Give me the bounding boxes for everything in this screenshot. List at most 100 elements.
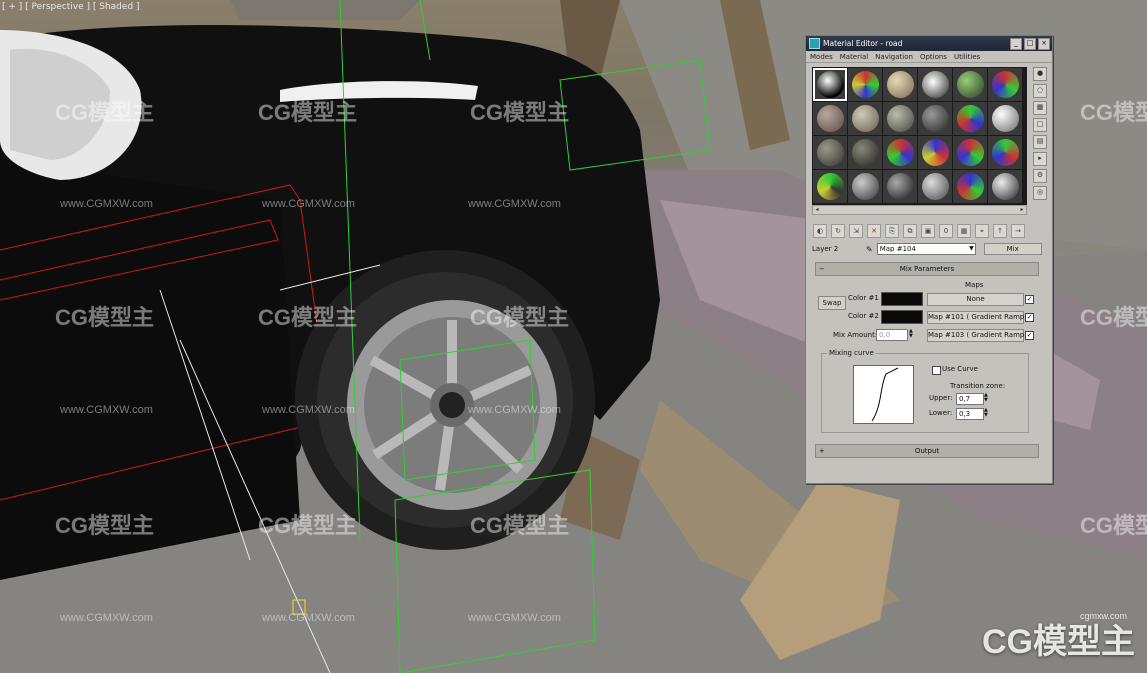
go-to-parent-icon[interactable]: ↑ bbox=[993, 224, 1007, 238]
watermark-url: www.CGMXW.com bbox=[262, 198, 355, 210]
map2-checkbox[interactable]: ✓ bbox=[1025, 313, 1034, 322]
editor-toolbar: ◐ ↻ ⇲ ✕ ⎘ ⧉ ▣ 0 ▦ ⌖ ↑ → bbox=[813, 224, 1045, 238]
get-material-icon[interactable]: ◐ bbox=[813, 224, 827, 238]
sample-type-icon[interactable]: ● bbox=[1033, 67, 1047, 81]
eyedropper-icon[interactable]: ✎ bbox=[866, 245, 873, 254]
make-unique-icon[interactable]: ⧉ bbox=[903, 224, 917, 238]
background-icon[interactable]: ▦ bbox=[1033, 101, 1047, 115]
reset-map-icon[interactable]: ✕ bbox=[867, 224, 881, 238]
spinner-arrows-icon[interactable]: ▲ ▼ bbox=[984, 408, 988, 418]
sample-slot[interactable] bbox=[883, 170, 917, 203]
sample-slot[interactable] bbox=[848, 136, 882, 169]
sample-slot[interactable] bbox=[813, 102, 847, 135]
swap-button[interactable]: Swap bbox=[818, 296, 846, 310]
sample-slot[interactable] bbox=[813, 68, 847, 101]
watermark: CG模型主 bbox=[258, 305, 358, 330]
sample-slot[interactable] bbox=[918, 136, 952, 169]
scroll-right-icon[interactable]: ▸ bbox=[1018, 206, 1026, 214]
upper-label: Upper: bbox=[929, 394, 953, 402]
rollout-title: Mix Parameters bbox=[899, 265, 955, 273]
window-title: Material Editor - road bbox=[823, 39, 903, 48]
menu-navigation[interactable]: Navigation bbox=[875, 53, 913, 61]
make-preview-icon[interactable]: ▸ bbox=[1033, 152, 1047, 166]
sample-slot[interactable] bbox=[848, 102, 882, 135]
output-rollout[interactable]: + Output bbox=[815, 444, 1039, 458]
make-copy-icon[interactable]: ⎘ bbox=[885, 224, 899, 238]
sample-slot[interactable] bbox=[813, 136, 847, 169]
backlight-icon[interactable]: ○ bbox=[1033, 84, 1047, 98]
sample-slot[interactable] bbox=[883, 68, 917, 101]
watermark: CG模型主 bbox=[470, 100, 570, 125]
corner-watermark-logo: CG模型主 bbox=[982, 623, 1135, 661]
watermark-url: www.CGMXW.com bbox=[60, 198, 153, 210]
mixing-curve-graph bbox=[853, 365, 914, 424]
material-editor-window: Material Editor - road _ □ × Modes Mater… bbox=[805, 35, 1053, 484]
menu-modes[interactable]: Modes bbox=[810, 53, 833, 61]
scroll-left-icon[interactable]: ◂ bbox=[813, 206, 821, 214]
options-icon[interactable]: ⚙ bbox=[1033, 169, 1047, 183]
watermark-url: www.CGMXW.com bbox=[60, 612, 153, 624]
sample-slot[interactable] bbox=[953, 136, 987, 169]
menu-material[interactable]: Material bbox=[840, 53, 868, 61]
close-button[interactable]: × bbox=[1038, 37, 1050, 50]
mix-amount-spinner[interactable]: 0,0 bbox=[876, 329, 908, 341]
watermark-url: www.CGMXW.com bbox=[262, 612, 355, 624]
color2-label: Color #2 bbox=[848, 312, 879, 320]
sample-slot[interactable] bbox=[883, 136, 917, 169]
chevron-down-icon[interactable]: ▼ bbox=[969, 244, 974, 254]
show-shaded-icon[interactable]: ▦ bbox=[957, 224, 971, 238]
lower-spinner[interactable]: 0,3 bbox=[956, 408, 984, 420]
layer-label: Layer 2 bbox=[812, 245, 839, 253]
map1-button[interactable]: None bbox=[927, 293, 1024, 306]
use-curve-checkbox[interactable] bbox=[932, 366, 941, 375]
select-by-material-icon[interactable]: ◎ bbox=[1033, 186, 1047, 200]
watermark-url: www.CGMXW.com bbox=[468, 198, 561, 210]
sample-slot[interactable] bbox=[988, 68, 1022, 101]
sample-slot[interactable] bbox=[953, 102, 987, 135]
sample-slot[interactable] bbox=[988, 102, 1022, 135]
material-id-icon[interactable]: 0 bbox=[939, 224, 953, 238]
map3-button[interactable]: Map #103 ( Gradient Ramp ) bbox=[927, 329, 1029, 342]
map-name-value: Map #104 bbox=[879, 245, 916, 253]
show-end-result-icon[interactable]: ⌖ bbox=[975, 224, 989, 238]
menu-options[interactable]: Options bbox=[920, 53, 947, 61]
sample-slot[interactable] bbox=[953, 170, 987, 203]
sample-slot[interactable] bbox=[883, 102, 917, 135]
upper-spinner[interactable]: 0,7 bbox=[956, 393, 984, 405]
minimize-button[interactable]: _ bbox=[1010, 37, 1022, 50]
map3-checkbox[interactable]: ✓ bbox=[1025, 331, 1034, 340]
sample-slot[interactable] bbox=[918, 68, 952, 101]
watermark: CG模型主 bbox=[258, 100, 358, 125]
lower-label: Lower: bbox=[929, 409, 953, 417]
map2-button[interactable]: Map #101 ( Gradient Ramp ) bbox=[927, 311, 1029, 324]
watermark: CG模型主 bbox=[55, 100, 155, 125]
slots-scrollbar[interactable]: ◂ ▸ bbox=[812, 205, 1027, 215]
sample-slot[interactable] bbox=[848, 68, 882, 101]
sample-slot[interactable] bbox=[953, 68, 987, 101]
title-bar[interactable]: Material Editor - road _ □ × bbox=[806, 36, 1052, 51]
watermark: CG模型主 bbox=[470, 513, 570, 538]
map-type-button[interactable]: Mix bbox=[983, 243, 1042, 255]
menu-utilities[interactable]: Utilities bbox=[954, 53, 980, 61]
put-to-scene-icon[interactable]: ↻ bbox=[831, 224, 845, 238]
put-to-library-icon[interactable]: ▣ bbox=[921, 224, 935, 238]
uv-tiling-icon[interactable]: □ bbox=[1033, 118, 1047, 132]
color1-swatch[interactable] bbox=[881, 292, 923, 306]
map1-checkbox[interactable]: ✓ bbox=[1025, 295, 1034, 304]
map-name-field[interactable]: Map #104 ▼ bbox=[876, 243, 976, 255]
spinner-arrows-icon[interactable]: ▲ ▼ bbox=[909, 329, 913, 339]
assign-to-selection-icon[interactable]: ⇲ bbox=[849, 224, 863, 238]
video-color-check-icon[interactable]: ▤ bbox=[1033, 135, 1047, 149]
color2-swatch[interactable] bbox=[881, 310, 923, 324]
viewport-label[interactable]: [ + ] [ Perspective ] [ Shaded ] bbox=[2, 2, 140, 12]
sample-slot[interactable] bbox=[918, 102, 952, 135]
mix-parameters-rollout[interactable]: − Mix Parameters bbox=[815, 262, 1039, 276]
sample-slot[interactable] bbox=[918, 170, 952, 203]
sample-slot[interactable] bbox=[848, 170, 882, 203]
sample-slot[interactable] bbox=[988, 136, 1022, 169]
sample-slot[interactable] bbox=[988, 170, 1022, 203]
maximize-button[interactable]: □ bbox=[1024, 37, 1036, 50]
spinner-arrows-icon[interactable]: ▲ ▼ bbox=[984, 393, 988, 403]
sample-slot[interactable] bbox=[813, 170, 847, 203]
go-forward-to-sibling-icon[interactable]: → bbox=[1011, 224, 1025, 238]
